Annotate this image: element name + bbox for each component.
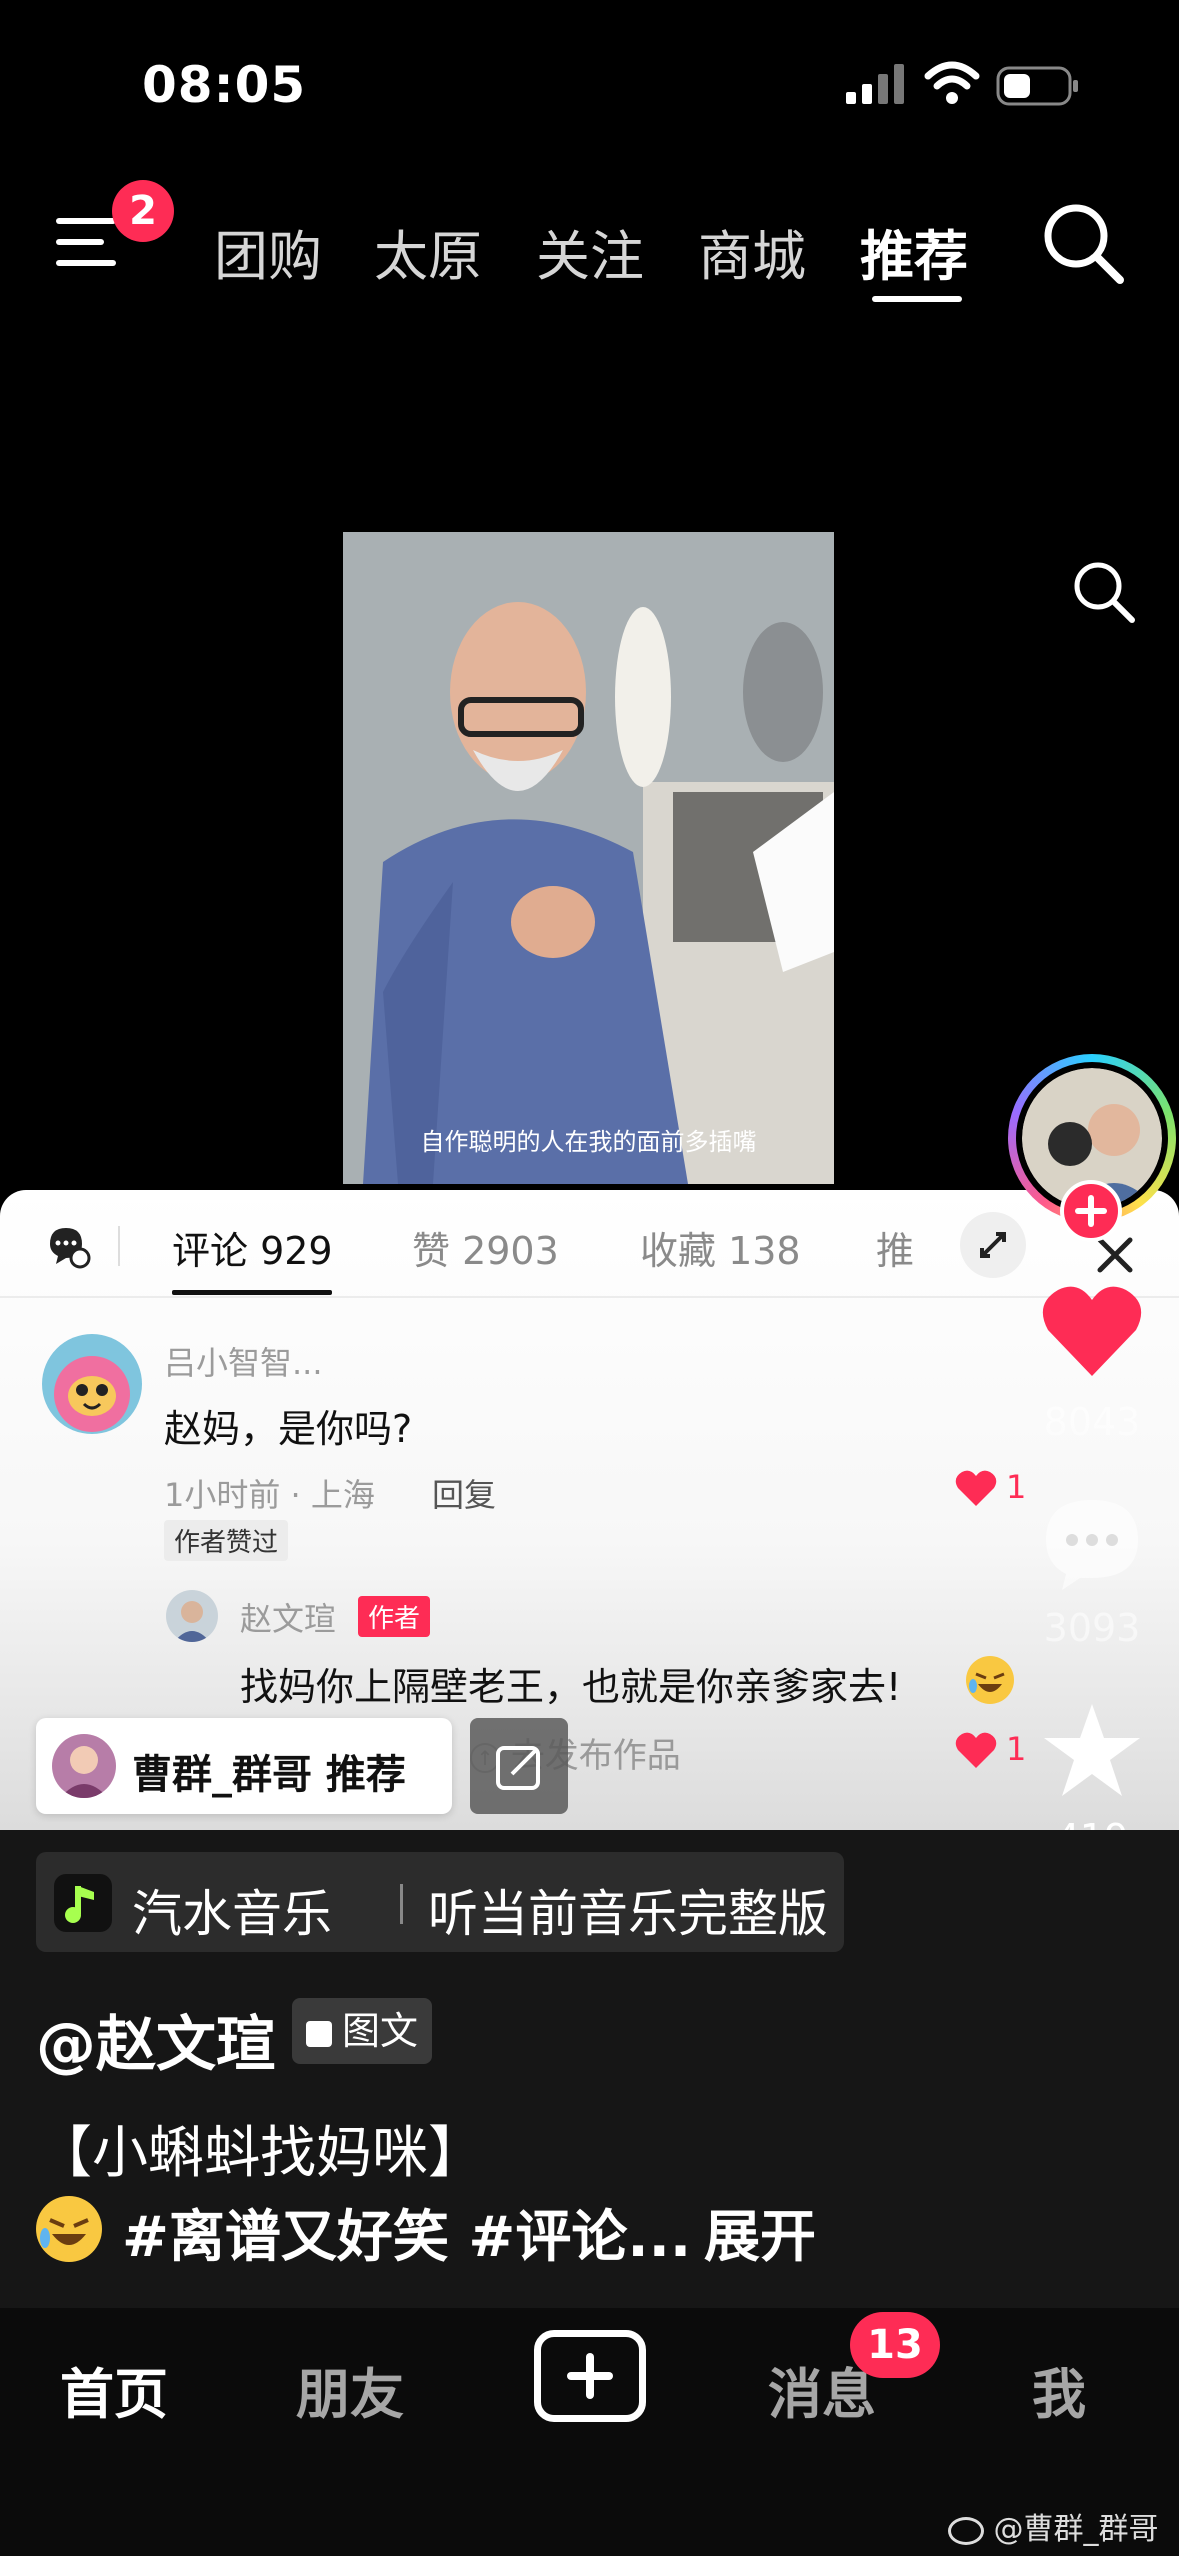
- author-liked-tag: 作者赞过: [164, 1520, 289, 1561]
- nav-me[interactable]: 我: [1032, 2350, 1086, 2429]
- edit-button[interactable]: [470, 1718, 568, 1814]
- expand-link[interactable]: 展开: [704, 2192, 816, 2273]
- comment-meta: 1小时前 · 上海: [164, 1476, 375, 1514]
- tab-favorites[interactable]: 收藏 138: [640, 1220, 801, 1275]
- commenter-avatar[interactable]: [42, 1334, 142, 1434]
- reply-user-name[interactable]: 赵文瑄: [240, 1594, 336, 1640]
- tab-following[interactable]: 关注: [536, 212, 644, 291]
- heart-icon: [955, 1470, 997, 1506]
- post-title: 【小蝌蚪找妈咪】: [36, 2121, 484, 2186]
- music-bar-text: 听当前音乐完整版: [428, 1885, 828, 1943]
- like-button[interactable]: [1040, 1280, 1144, 1380]
- recommender-avatar: [52, 1734, 116, 1798]
- comment-like-count: 1: [1006, 1468, 1027, 1506]
- messages-badge: 13: [850, 2312, 940, 2378]
- tab-recommend[interactable]: 推: [876, 1220, 914, 1275]
- tab-likes[interactable]: 赞 2903: [412, 1220, 559, 1275]
- recommend-chip[interactable]: 曹群_群哥 推荐: [36, 1718, 452, 1814]
- wifi-icon: [924, 60, 980, 106]
- post-type-tag: 图文: [292, 1998, 433, 2064]
- post-author[interactable]: @赵文瑄: [36, 1996, 276, 2083]
- nav-home[interactable]: 首页: [60, 2350, 168, 2429]
- music-bar-separator: [400, 1884, 403, 1924]
- heart-icon: [955, 1732, 997, 1768]
- reply-like-count: 1: [1006, 1730, 1027, 1768]
- video-subtitle: 自作聪明的人在我的面前多插嘴: [420, 1128, 757, 1156]
- search-icon: [1074, 562, 1135, 623]
- comment-button[interactable]: [1040, 1494, 1144, 1594]
- laughing-emoji: [966, 1656, 1014, 1704]
- status-time: 08:05: [142, 56, 307, 114]
- expand-button[interactable]: [960, 1212, 1026, 1278]
- comment-like-button[interactable]: 1: [954, 1466, 1044, 1512]
- laughing-emoji: [36, 2196, 102, 2262]
- create-button[interactable]: [534, 2330, 646, 2422]
- panel-header-divider: [0, 1296, 1179, 1298]
- like-count: 8043: [1043, 1400, 1141, 1444]
- reply-button[interactable]: 回复: [432, 1470, 496, 1516]
- commenter-name[interactable]: 吕小智智...: [164, 1338, 323, 1384]
- post-tags[interactable]: #离谱又好笑 #评论...: [122, 2192, 691, 2273]
- video-search-button[interactable]: [1070, 558, 1136, 624]
- tab-taiyuan[interactable]: 太原: [374, 212, 482, 291]
- reply-like-button[interactable]: 1: [954, 1728, 1044, 1774]
- recommend-chip-label: 曹群_群哥 推荐: [132, 1752, 406, 1798]
- chat-settings-icon[interactable]: [44, 1222, 92, 1270]
- nav-friends[interactable]: 朋友: [296, 2350, 404, 2429]
- image-text-icon: [306, 2020, 332, 2047]
- plus-icon: [1075, 1195, 1107, 1227]
- search-button[interactable]: [1040, 200, 1126, 286]
- signal-icon: [846, 62, 906, 106]
- music-app-name: 汽水音乐: [132, 1885, 332, 1943]
- tab-comments[interactable]: 评论 929: [172, 1220, 333, 1275]
- menu-badge: 2: [112, 180, 174, 242]
- star-icon: [1044, 1704, 1140, 1796]
- tab-recommended[interactable]: 推荐: [860, 212, 968, 291]
- qishui-music-icon: [54, 1874, 112, 1932]
- reply-avatar[interactable]: [166, 1590, 218, 1642]
- panel-divider: [118, 1226, 120, 1266]
- weibo-icon: [948, 2516, 984, 2545]
- weibo-watermark: @曹群_群哥: [948, 2504, 1159, 2548]
- music-bar[interactable]: 汽水音乐 听当前音乐完整版: [36, 1852, 844, 1952]
- search-icon: [1044, 204, 1124, 284]
- comment-count: 3093: [1043, 1606, 1141, 1650]
- reply-text: 找妈你上隔壁老王，也就是你亲爹家去!: [240, 1665, 902, 1709]
- author-tag: 作者: [358, 1596, 431, 1637]
- active-tab-indicator: [872, 296, 962, 302]
- tab-mall[interactable]: 商城: [698, 212, 806, 291]
- heart-icon: [1042, 1286, 1142, 1376]
- comment-icon: [1046, 1500, 1138, 1590]
- video-person-image: [343, 532, 834, 1184]
- battery-icon: [996, 64, 1080, 108]
- comments-tab-indicator: [172, 1290, 332, 1295]
- plus-icon: [567, 2353, 613, 2399]
- tab-tuangou[interactable]: 团购: [214, 212, 322, 291]
- edit-icon: [496, 1746, 540, 1790]
- comment-text: 赵妈，是你吗?: [164, 1407, 413, 1451]
- favorite-button[interactable]: [1040, 1700, 1144, 1800]
- follow-button[interactable]: [1060, 1180, 1122, 1242]
- video-frame[interactable]: 自作聪明的人在我的面前多插嘴: [343, 532, 834, 1184]
- expand-icon: [980, 1232, 1006, 1258]
